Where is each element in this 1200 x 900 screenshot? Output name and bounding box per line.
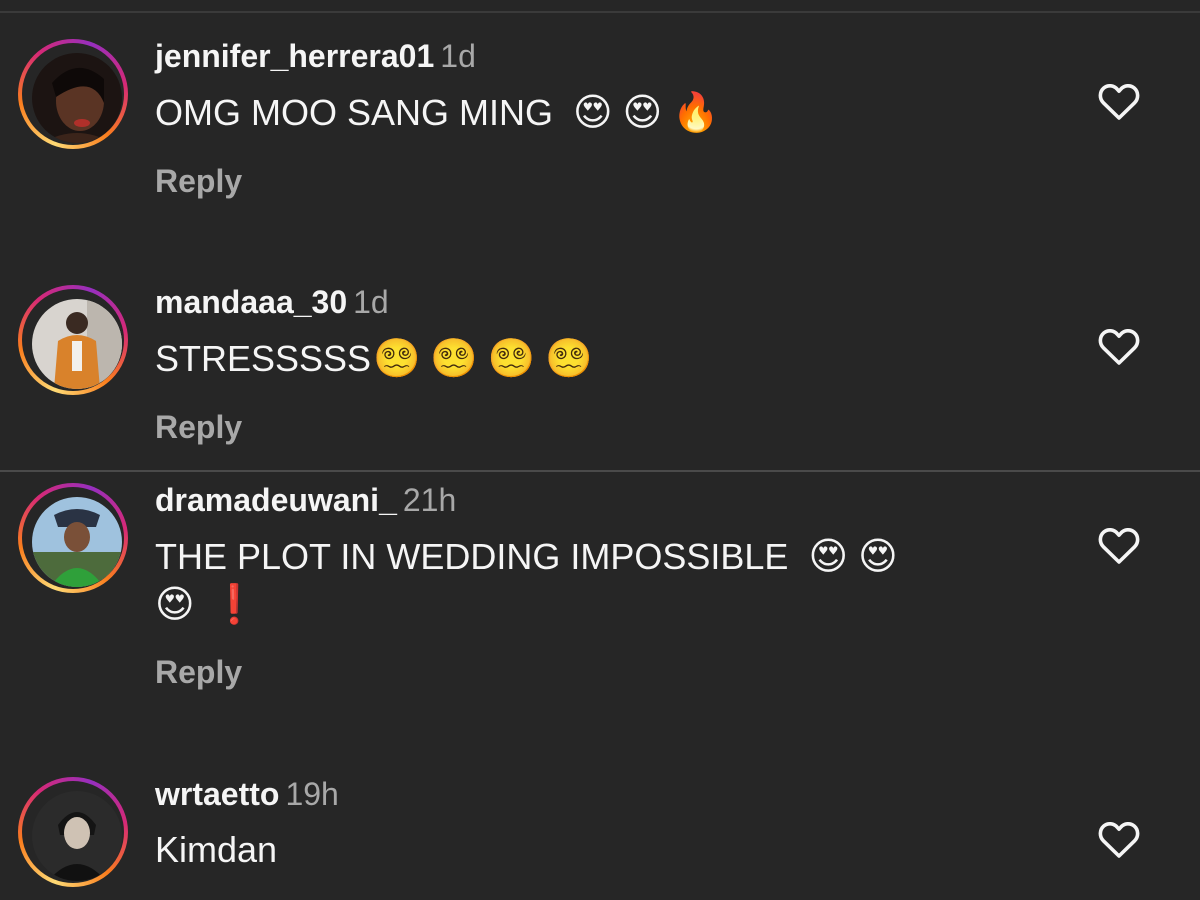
comment-body: STRESSSSS	[155, 338, 372, 379]
username[interactable]: mandaaa_30	[155, 284, 347, 320]
avatar[interactable]	[18, 39, 128, 149]
avatar[interactable]	[18, 777, 128, 887]
comment-body: OMG MOO SANG MING	[155, 92, 554, 133]
emoji-heart-eyes: 😍	[808, 534, 849, 578]
heart-outline-icon[interactable]	[1095, 77, 1143, 125]
comment-meta: wrtaetto 19h	[155, 774, 339, 814]
section-divider	[0, 470, 1200, 472]
username[interactable]: jennifer_herrera01	[155, 38, 434, 74]
avatar-image	[32, 497, 122, 587]
heart-outline-icon[interactable]	[1095, 815, 1143, 863]
emoji-heart-eyes: 😍	[858, 534, 898, 578]
heart-outline-icon[interactable]	[1095, 521, 1143, 569]
avatar[interactable]	[18, 285, 128, 395]
comment-meta: mandaaa_30 1d	[155, 282, 389, 322]
comment-text-line2: 😍 ❗	[155, 580, 258, 629]
emoji-exclamation: ❗	[210, 582, 258, 626]
timestamp: 19h	[285, 776, 339, 812]
emoji-dizzy-face: 😵‍💫	[430, 336, 478, 380]
avatar[interactable]	[18, 483, 128, 593]
username[interactable]: dramadeuwani_	[155, 482, 397, 518]
reply-button[interactable]: Reply	[155, 407, 242, 447]
emoji-dizzy-face: 😵‍💫	[373, 336, 421, 380]
comment-text: STRESSSSS😵‍💫 😵‍💫 😵‍💫 😵‍💫	[155, 334, 592, 383]
comment-meta: dramadeuwani_ 21h	[155, 480, 456, 520]
comment-body: Kimdan	[155, 829, 278, 870]
emoji-dizzy-face: 😵‍💫	[545, 336, 593, 380]
timestamp: 1d	[440, 38, 476, 74]
emoji-heart-eyes: 😍	[622, 90, 663, 134]
timestamp: 21h	[402, 482, 457, 518]
comment-text: THE PLOT IN WEDDING IMPOSSIBLE 😍 😍	[155, 532, 898, 581]
timestamp: 1d	[353, 284, 389, 320]
username[interactable]: wrtaetto	[155, 776, 279, 812]
avatar-image	[32, 791, 122, 881]
reply-button[interactable]: Reply	[155, 652, 242, 692]
emoji-heart-eyes: 😍	[155, 582, 195, 626]
heart-outline-icon[interactable]	[1095, 322, 1143, 370]
comment-text: OMG MOO SANG MING 😍 😍 🔥	[155, 88, 720, 137]
top-divider	[0, 11, 1200, 13]
avatar-image	[32, 299, 122, 389]
emoji-fire: 🔥	[672, 90, 720, 134]
reply-button[interactable]: Reply	[155, 161, 242, 201]
emoji-heart-eyes: 😍	[573, 90, 613, 134]
comment-meta: jennifer_herrera01 1d	[155, 36, 476, 76]
emoji-dizzy-face: 😵‍💫	[487, 336, 536, 380]
avatar-image	[32, 53, 122, 143]
comment-text: Kimdan	[155, 826, 277, 874]
comment-body: THE PLOT IN WEDDING IMPOSSIBLE	[155, 536, 789, 577]
